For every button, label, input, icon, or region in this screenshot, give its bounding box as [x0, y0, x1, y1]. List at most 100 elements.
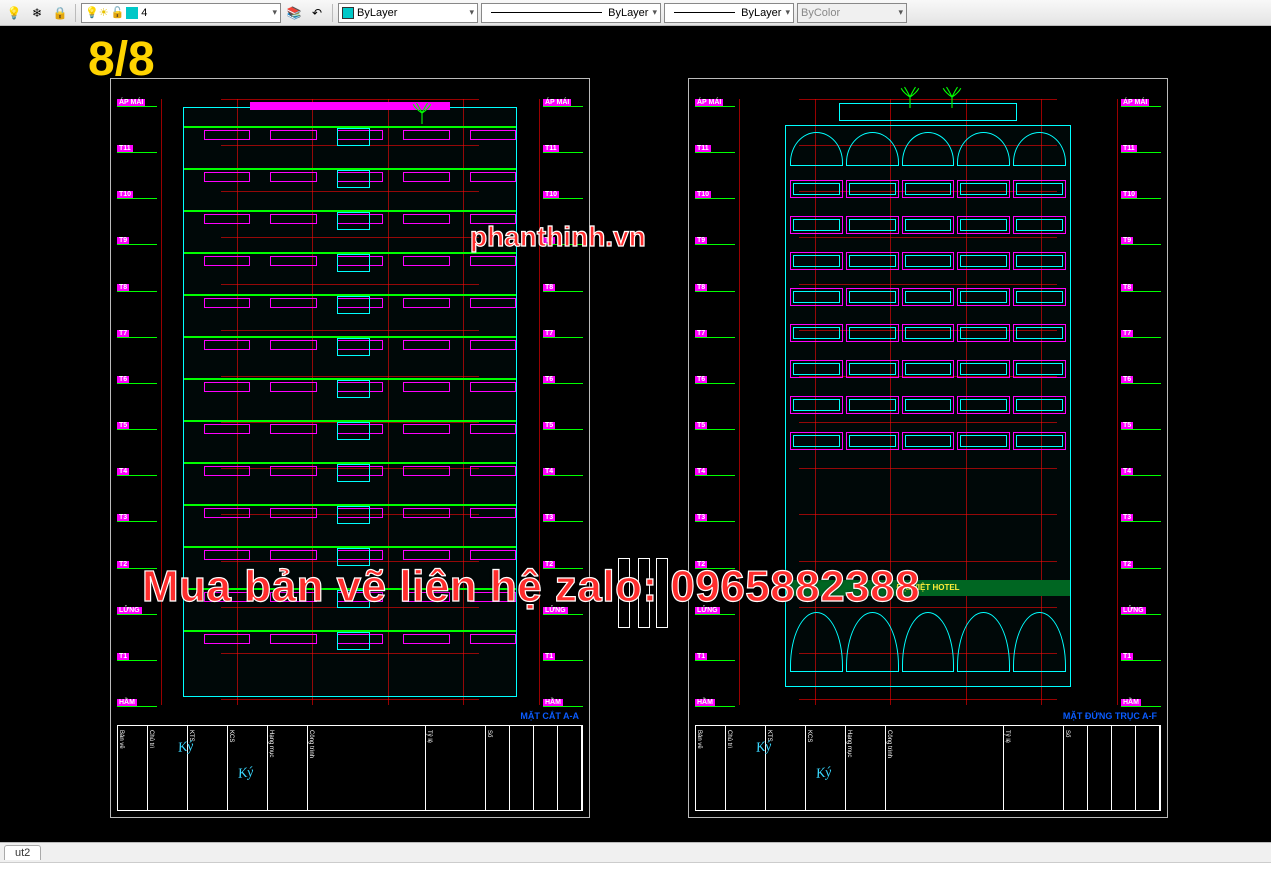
palm-icon	[411, 101, 433, 125]
ground-arch-row	[790, 612, 1066, 672]
level-T5: T5	[117, 422, 157, 430]
facade-body: ĐẠI VIỆT HOTEL	[785, 125, 1071, 687]
level-T4: T4	[695, 468, 735, 476]
linetype-sample	[491, 12, 602, 13]
level-HẦM: HẦM	[1121, 699, 1161, 707]
linetype-combo[interactable]: ByLayer ▾	[481, 3, 661, 23]
chevron-down-icon: ▾	[648, 7, 657, 18]
level-T6: T6	[543, 376, 583, 384]
level-T11: T11	[117, 145, 157, 153]
level-T5: T5	[1121, 422, 1161, 430]
level-LỬNG: LỬNG	[117, 607, 157, 615]
lineweight-value: ByLayer	[741, 7, 781, 19]
level-T1: T1	[543, 653, 583, 661]
layer-manager-icon[interactable]: 📚	[284, 3, 304, 23]
level-LỬNG: LỬNG	[1121, 607, 1161, 615]
level-T5: T5	[543, 422, 583, 430]
level-T9: T9	[1121, 237, 1161, 245]
levels-left: ÁP MÁIT11T10T9T8T7T6T5T4T3T2LỬNGT1HẦM	[695, 99, 735, 707]
model-viewport[interactable]: 8/8 ÁP MÁIT11T10T9T8T7T6T5T4T3T2LỬNGT1HẦ…	[0, 26, 1271, 842]
level-T4: T4	[1121, 468, 1161, 476]
command-line[interactable]	[0, 862, 1271, 882]
separator	[332, 4, 333, 22]
level-T8: T8	[695, 284, 735, 292]
level-T2: T2	[695, 561, 735, 569]
level-ÁP MÁI: ÁP MÁI	[695, 99, 735, 107]
window-row	[790, 432, 1066, 450]
level-T6: T6	[695, 376, 735, 384]
level-T1: T1	[1121, 653, 1161, 661]
level-ÁP MÁI: ÁP MÁI	[543, 99, 583, 107]
level-T3: T3	[695, 514, 735, 522]
layer-lock-icon[interactable]: 🔒	[50, 3, 70, 23]
chevron-down-icon: ▾	[268, 7, 277, 18]
level-T10: T10	[695, 191, 735, 199]
palm-icon	[899, 85, 921, 109]
color-value: ByLayer	[357, 7, 397, 19]
level-T5: T5	[695, 422, 735, 430]
titleblock: Bản vẽChủ trìKTSKCSHạng mụcCông trìnhTỷ …	[117, 725, 583, 811]
plotstyle-value: ByColor	[801, 7, 840, 19]
layer-name: 4	[141, 7, 147, 19]
section-body	[183, 107, 517, 697]
tab-layout2[interactable]: ut2	[4, 845, 41, 860]
level-T11: T11	[695, 145, 735, 153]
layer-previous-icon[interactable]: ↶	[307, 3, 327, 23]
layer-states-icon[interactable]: 💡	[4, 3, 24, 23]
palm-icon	[941, 85, 963, 109]
level-T10: T10	[543, 191, 583, 199]
layout-tabs: ut2	[0, 842, 1271, 862]
layer-color-swatch	[126, 7, 138, 19]
level-T8: T8	[1121, 284, 1161, 292]
level-T7: T7	[117, 330, 157, 338]
level-T10: T10	[1121, 191, 1161, 199]
level-T4: T4	[117, 468, 157, 476]
arch-row	[790, 132, 1066, 166]
roof-crown	[839, 103, 1017, 121]
window-row	[790, 180, 1066, 198]
level-T10: T10	[117, 191, 157, 199]
level-T11: T11	[543, 145, 583, 153]
level-ÁP MÁI: ÁP MÁI	[1121, 99, 1161, 107]
level-LỬNG: LỬNG	[543, 607, 583, 615]
levels-right: ÁP MÁIT11T10T9T8T7T6T5T4T3T2LỬNGT1HẦM	[1121, 99, 1161, 707]
level-HẦM: HẦM	[543, 699, 583, 707]
color-combo[interactable]: ByLayer ▾	[338, 3, 478, 23]
level-T9: T9	[543, 237, 583, 245]
level-T4: T4	[543, 468, 583, 476]
levels-right: ÁP MÁIT11T10T9T8T7T6T5T4T3T2LỬNGT1HẦM	[543, 99, 583, 707]
level-T2: T2	[117, 561, 157, 569]
level-T6: T6	[117, 376, 157, 384]
level-HẦM: HẦM	[117, 699, 157, 707]
linetype-value: ByLayer	[608, 7, 648, 19]
window-row	[790, 216, 1066, 234]
hotel-sign-text: ĐẠI VIỆT HOTEL	[896, 583, 959, 592]
properties-toolbar: 💡 ❄ 🔒 💡 ☀ 🔓 4 ▾ 📚 ↶ ByLayer ▾ ByLayer ▾ …	[0, 0, 1271, 26]
lineweight-combo[interactable]: ByLayer ▾	[664, 3, 794, 23]
level-T11: T11	[1121, 145, 1161, 153]
plotstyle-combo[interactable]: ByColor ▾	[797, 3, 907, 23]
level-T7: T7	[1121, 330, 1161, 338]
section-title: MẶT CẮT A-A	[520, 711, 579, 721]
level-T7: T7	[543, 330, 583, 338]
levels-left: ÁP MÁIT11T10T9T8T7T6T5T4T3T2LỬNGT1HẦM	[117, 99, 157, 707]
level-ÁP MÁI: ÁP MÁI	[117, 99, 157, 107]
sheet-section[interactable]: ÁP MÁIT11T10T9T8T7T6T5T4T3T2LỬNGT1HẦM ÁP…	[110, 78, 590, 818]
separator	[75, 4, 76, 22]
elevation-title: MẶT ĐỨNG TRỤC A-F	[1063, 711, 1157, 721]
layer-combo[interactable]: 💡 ☀ 🔓 4 ▾	[81, 3, 281, 23]
hotel-sign: ĐẠI VIỆT HOTEL	[786, 580, 1070, 596]
chevron-down-icon: ▾	[781, 7, 790, 18]
color-swatch	[342, 7, 354, 19]
level-T6: T6	[1121, 376, 1161, 384]
level-T3: T3	[117, 514, 157, 522]
level-T2: T2	[1121, 561, 1161, 569]
sheet-elevation[interactable]: ÁP MÁI T11 T10 T9 T8 T7 T6 T5 T4 T3 T2 LỬNG T1 HẦM ÁP…	[688, 78, 1168, 818]
window-row	[790, 324, 1066, 342]
level-T7: T7	[695, 330, 735, 338]
level-T9: T9	[117, 237, 157, 245]
window-row	[790, 360, 1066, 378]
layer-freeze-icon[interactable]: ❄	[27, 3, 47, 23]
level-T3: T3	[543, 514, 583, 522]
level-HẦM: HẦM	[695, 699, 735, 707]
